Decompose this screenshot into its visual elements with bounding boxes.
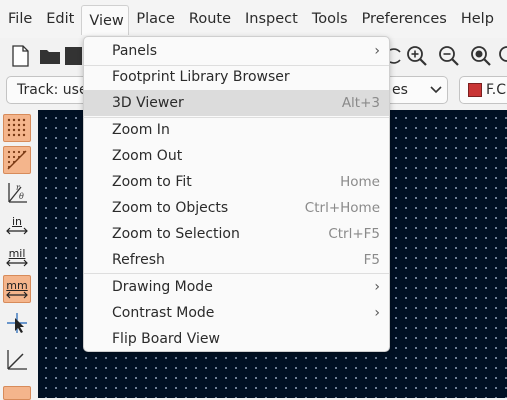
menu-item-zoom-in[interactable]: Zoom In <box>84 117 389 143</box>
menu-item-shortcut: Alt+3 <box>341 95 380 111</box>
menu-item-flip-board-view[interactable]: Flip Board View <box>84 326 389 352</box>
angle-snap-icon[interactable] <box>3 346 31 374</box>
layer-combo[interactable]: F.Cu <box>459 76 507 104</box>
menu-item-label: Contrast Mode <box>112 305 215 321</box>
menu-item-label: Zoom In <box>112 122 170 138</box>
menu-item-3d-viewer[interactable]: 3D Viewer Alt+3 <box>84 90 389 116</box>
menu-file[interactable]: File <box>1 5 39 33</box>
svg-text:θ: θ <box>19 192 24 201</box>
menu-item-refresh[interactable]: Refresh F5 <box>84 247 389 273</box>
grid-overrides-icon[interactable] <box>3 146 31 174</box>
double-arrow-icon <box>6 259 28 266</box>
menu-item-footprint-library-browser[interactable]: Footprint Library Browser <box>84 64 389 90</box>
menu-item-drawing-mode[interactable]: Drawing Mode › <box>84 274 389 300</box>
left-toolbar: r θ in mil mm <box>0 110 38 400</box>
via-size-combo[interactable]: es <box>380 76 448 104</box>
menu-item-shortcut: F5 <box>363 252 380 268</box>
menu-edit[interactable]: Edit <box>39 5 81 33</box>
units-mm-button[interactable]: mm <box>3 275 31 303</box>
layer-name: F.Cu <box>486 82 507 98</box>
save-icon[interactable] <box>64 44 82 68</box>
units-mils-button[interactable]: mil <box>3 243 31 271</box>
menu-item-label: Flip Board View <box>112 331 220 347</box>
double-arrow-icon <box>6 291 28 298</box>
menu-item-label: Panels <box>112 43 158 59</box>
units-mils-label: mil <box>8 246 26 260</box>
polar-coordinates-icon[interactable]: r θ <box>3 179 31 207</box>
menu-item-shortcut: Ctrl+Home <box>304 200 380 216</box>
menu-item-zoom-to-objects[interactable]: Zoom to Objects Ctrl+Home <box>84 195 389 221</box>
layer-color-swatch <box>468 83 482 97</box>
track-width-value: Track: use <box>17 82 88 98</box>
menu-place[interactable]: Place <box>129 5 182 33</box>
menu-item-shortcut: Home <box>340 174 380 190</box>
menu-item-zoom-to-fit[interactable]: Zoom to Fit Home <box>84 169 389 195</box>
zoom-objects-icon[interactable] <box>497 44 507 68</box>
zoom-out-icon[interactable] <box>437 44 461 68</box>
menu-item-label: Footprint Library Browser <box>112 69 290 85</box>
menu-preferences[interactable]: Preferences <box>355 5 454 33</box>
menu-view[interactable]: View <box>81 5 130 35</box>
menu-item-zoom-out[interactable]: Zoom Out <box>84 143 389 169</box>
view-menu-dropdown: Panels › Footprint Library Browser 3D Vi… <box>83 36 390 352</box>
double-arrow-icon <box>6 227 28 234</box>
menu-route[interactable]: Route <box>182 5 238 33</box>
cursor-crosshair-icon[interactable] <box>3 309 31 337</box>
menu-item-zoom-to-selection[interactable]: Zoom to Selection Ctrl+F5 <box>84 221 389 247</box>
menu-item-contrast-mode[interactable]: Contrast Mode › <box>84 300 389 326</box>
menu-item-label: Drawing Mode <box>112 279 213 295</box>
menu-tools[interactable]: Tools <box>305 5 355 33</box>
menu-item-label: Refresh <box>112 252 165 268</box>
units-inches-button[interactable]: in <box>3 211 31 239</box>
menu-help[interactable]: Help <box>454 5 501 33</box>
menu-item-label: Zoom Out <box>112 148 183 164</box>
open-folder-icon[interactable] <box>38 44 62 68</box>
submenu-arrow-icon: › <box>374 43 380 59</box>
menu-item-label: Zoom to Selection <box>112 226 240 242</box>
menu-item-panels[interactable]: Panels › <box>84 38 389 64</box>
submenu-arrow-icon: › <box>374 305 380 321</box>
menu-item-label: Zoom to Fit <box>112 174 192 190</box>
zoom-in-icon[interactable] <box>405 44 429 68</box>
track-width-combo[interactable]: Track: use <box>6 76 92 104</box>
new-file-icon[interactable] <box>8 44 32 68</box>
menu-item-shortcut: Ctrl+F5 <box>328 226 380 242</box>
menu-bar: File Edit View Place Route Inspect Tools… <box>0 0 507 38</box>
zoom-fit-icon[interactable] <box>469 44 493 68</box>
chevron-down-icon <box>430 86 442 94</box>
grid-dots-icon[interactable] <box>3 114 31 142</box>
via-size-value: es <box>392 82 408 98</box>
menu-item-label: 3D Viewer <box>112 95 184 111</box>
submenu-arrow-icon: › <box>374 279 380 295</box>
menu-inspect[interactable]: Inspect <box>238 5 305 33</box>
menu-item-label: Zoom to Objects <box>112 200 229 216</box>
rotate-icon[interactable] <box>388 44 402 68</box>
units-inches-label: in <box>11 214 23 228</box>
units-mm-label: mm <box>6 278 28 292</box>
